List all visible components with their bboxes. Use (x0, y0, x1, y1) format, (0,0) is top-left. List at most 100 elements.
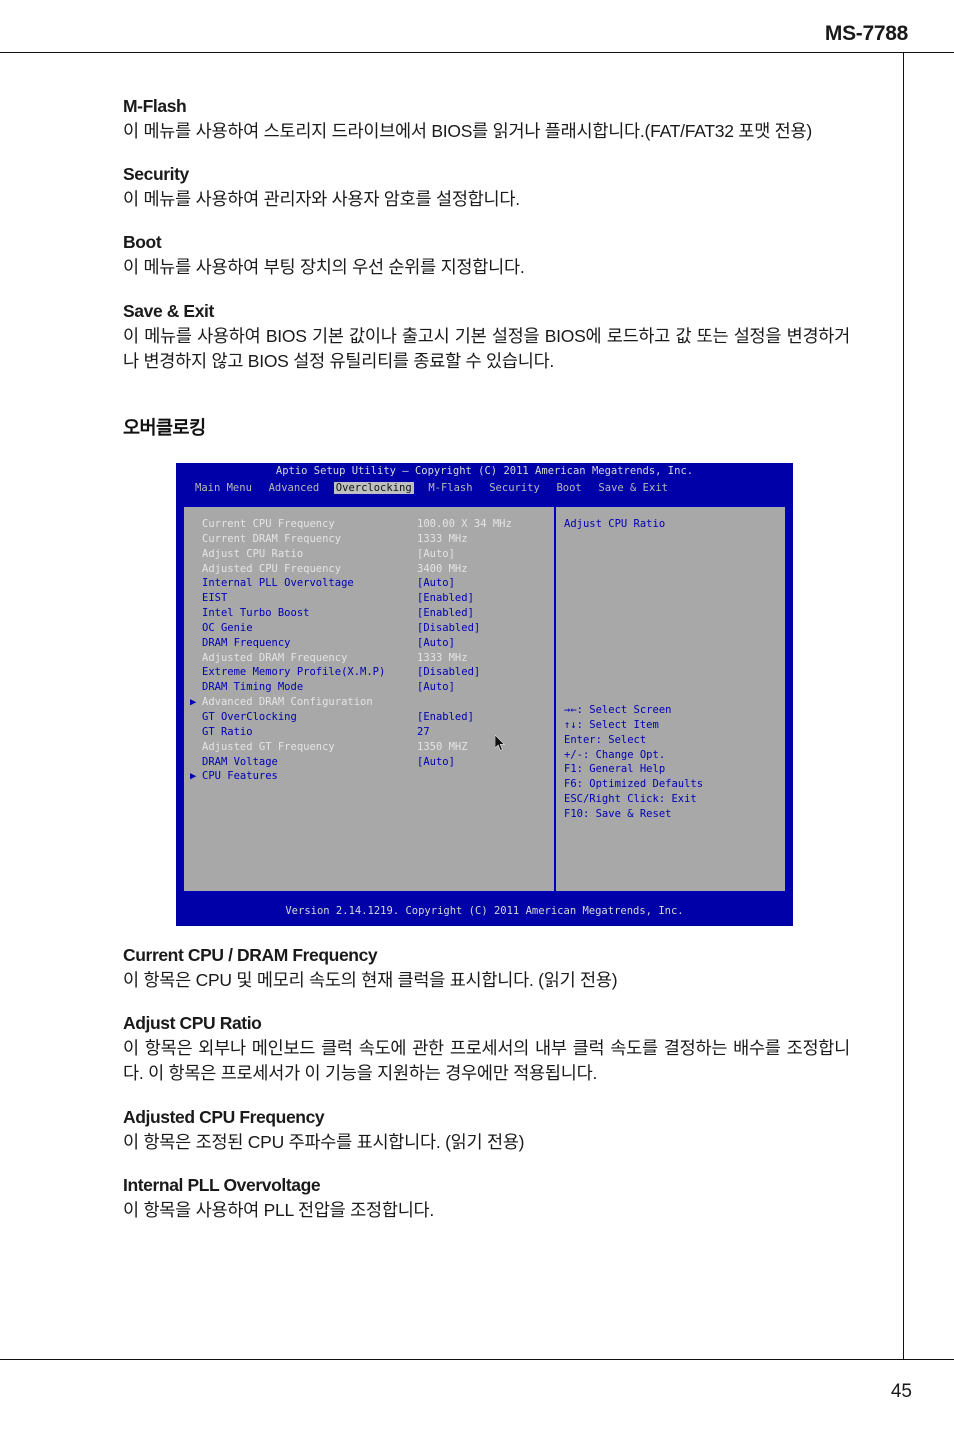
bios-key-legend: →←: Select Screen ↑↓: Select Item Enter: S… (564, 703, 703, 822)
bios-setting-value: [Enabled] (417, 607, 474, 620)
bios-tab-advanced[interactable]: Advanced (267, 482, 322, 494)
section-body: 이 항목은 CPU 및 메모리 속도의 현재 클럭을 표시합니다. (읽기 전용… (123, 970, 618, 990)
bios-setting-row[interactable]: Current CPU Frequency 100.00 X 34 MHz (188, 517, 554, 532)
bios-setting-label: GT OverClocking (202, 710, 297, 723)
bios-setting-row[interactable]: Internal PLL Overvoltage [Auto] (188, 576, 554, 591)
bios-key-hint: ESC/Right Click: Exit (564, 793, 697, 806)
bios-setting-row[interactable]: EIST [Enabled] (188, 591, 554, 606)
section-body: 이 항목은 외부나 메인보드 클럭 속도에 관한 프로세서의 내부 클럭 속도를… (123, 1038, 850, 1084)
bios-help-title: Adjust CPU Ratio (564, 518, 666, 530)
section-body: 이 메뉴를 사용하여 BIOS 기본 값이나 출고시 기본 설정을 BIOS에 … (123, 325, 850, 371)
section-m-flash: M-Flash 이 메뉴를 사용하여 스토리지 드라이브에서 BIOS를 읽거나… (123, 96, 850, 144)
section-adjusted-cpu-frequency: Adjusted CPU Frequency 이 항목은 조정된 CPU 주파수… (123, 1107, 850, 1155)
section-body: 이 메뉴를 사용하여 스토리지 드라이브에서 BIOS를 읽거나 플래시합니다.… (123, 121, 812, 141)
section-body: 이 메뉴를 사용하여 부팅 장치의 우선 순위를 지정합니다. (123, 257, 525, 278)
bios-setting-label: EIST (202, 592, 228, 605)
bios-setting-label: GT Ratio (202, 725, 253, 738)
bios-setting-label: Intel Turbo Boost (202, 607, 310, 620)
bios-setting-label: Advanced DRAM Configuration (202, 696, 373, 709)
section-body: 이 항목을 사용하여 PLL 전압을 조정합니다. (123, 1199, 435, 1220)
bios-setting-row[interactable]: ▶ CPU Features (188, 769, 554, 784)
bios-setting-row[interactable]: DRAM Frequency [Auto] (188, 636, 554, 651)
bios-setting-value: [Auto] (417, 547, 455, 560)
bios-help-panel: Adjust CPU Ratio →←: Select Screen ↑↓: Se… (556, 507, 785, 891)
bios-setting-label: Current CPU Frequency (202, 518, 335, 530)
section-boot: Boot 이 메뉴를 사용하여 부팅 장치의 우선 순위를 지정합니다. (123, 232, 850, 280)
section-save-and-exit: Save & Exit 이 메뉴를 사용하여 BIOS 기본 값이나 출고시 기… (123, 301, 850, 374)
bios-setting-row[interactable]: Adjusted DRAM Frequency 1333 MHz (188, 651, 554, 666)
bios-tab-security[interactable]: Security (487, 482, 542, 494)
bios-setting-value: 100.00 X 34 MHz (417, 518, 512, 530)
bios-setting-value: [Auto] (417, 577, 455, 590)
bios-setting-row[interactable]: Current DRAM Frequency 1333 MHz (188, 532, 554, 547)
bios-setting-label: Adjusted CPU Frequency (202, 562, 342, 575)
overclocking-section-heading: 오버클로킹 (123, 416, 206, 438)
bios-tab-gap (414, 482, 427, 494)
section-body: 이 항목은 조정된 CPU 주파수를 표시합니다. (읽기 전용) (123, 1131, 525, 1152)
bios-setting-label: OC Genie (202, 621, 253, 634)
bios-key-hint: ↑↓: Select Item (564, 718, 659, 731)
bios-setting-value: 27 (417, 725, 430, 738)
section-title: Internal PLL Overvoltage (123, 1174, 321, 1195)
bios-setting-label: CPU Features (202, 770, 278, 783)
bios-setup-screenshot: Aptio Setup Utility – Copyright (C) 2011… (176, 463, 793, 926)
bios-tab-overclocking[interactable]: Overclocking (333, 482, 414, 494)
section-title: Current CPU / DRAM Frequency (123, 945, 378, 965)
section-title: Boot (123, 232, 162, 253)
bios-setting-value: [Auto] (417, 755, 455, 768)
bios-title-bar: Aptio Setup Utility – Copyright (C) 2011… (275, 465, 694, 477)
bios-setting-value: [Enabled] (417, 592, 474, 605)
bios-setting-label: DRAM Timing Mode (202, 681, 304, 694)
bios-key-hint: →←: Select Screen (564, 704, 672, 716)
bios-version-bar: Version 2.14.1219. Copyright (C) 2011 Am… (176, 898, 793, 926)
bios-setting-label: Internal PLL Overvoltage (202, 577, 354, 590)
bios-menu-tab-bar: Main Menu Advanced Overclocking M-Flash … (176, 480, 793, 497)
page-frame-right-rule (903, 52, 904, 1360)
bios-setting-row[interactable]: Intel Turbo Boost [Enabled] (188, 606, 554, 621)
section-title: M-Flash (123, 96, 187, 116)
bios-tab-gap (254, 482, 267, 494)
section-title: Save & Exit (123, 300, 214, 321)
bios-setting-value: [Disabled] (417, 621, 481, 634)
bios-key-hint: F1: General Help (564, 763, 666, 776)
section-security: Security 이 메뉴를 사용하여 관리자와 사용자 암호를 설정합니다. (123, 164, 850, 212)
bios-tab-gap (584, 482, 597, 494)
bios-setting-row[interactable]: ▶ Advanced DRAM Configuration (188, 695, 554, 710)
footer-divider-rule (0, 1359, 954, 1360)
bios-tab-m-flash[interactable]: M-Flash (426, 482, 474, 494)
bios-key-hint: Enter: Select (564, 733, 647, 746)
bios-setting-row[interactable]: Adjusted CPU Frequency 3400 MHz (188, 562, 554, 577)
bios-setting-value: [Auto] (417, 636, 455, 649)
section-title: Security (123, 164, 189, 185)
bios-setting-row[interactable]: OC Genie [Disabled] (188, 621, 554, 636)
mouse-cursor-icon (495, 735, 506, 751)
bios-setting-label: DRAM Voltage (202, 755, 278, 768)
page-header: MS-7788 (0, 22, 954, 68)
bios-setting-value: 1333 MHz (417, 532, 468, 545)
bios-key-hint: F10: Save & Reset (564, 807, 672, 820)
bios-setting-row[interactable]: Adjust CPU Ratio [Auto] (188, 547, 554, 562)
bios-setting-row[interactable]: DRAM Timing Mode [Auto] (188, 680, 554, 695)
section-body: 이 메뉴를 사용하여 관리자와 사용자 암호를 설정합니다. (123, 189, 520, 210)
bios-setting-label: Adjust CPU Ratio (202, 547, 304, 560)
bios-setting-label: Extreme Memory Profile(X.M.P) (202, 666, 386, 679)
bios-tab-save-exit[interactable]: Save & Exit (596, 482, 670, 494)
upper-content-column: M-Flash 이 메뉴를 사용하여 스토리지 드라이브에서 BIOS를 읽거나… (123, 96, 850, 454)
bios-tab-gap (321, 482, 334, 494)
lower-content-column: Current CPU / DRAM Frequency 이 항목은 CPU 및… (123, 945, 850, 1223)
section-current-cpu-dram-frequency: Current CPU / DRAM Frequency 이 항목은 CPU 및… (123, 945, 850, 993)
bios-tab-gap (542, 482, 555, 494)
section-internal-pll-overvoltage: Internal PLL Overvoltage 이 항목을 사용하여 PLL … (123, 1175, 850, 1223)
bios-setting-row[interactable]: GT OverClocking [Enabled] (188, 710, 554, 725)
bios-tab-boot[interactable]: Boot (554, 482, 583, 494)
bios-version-text: Version 2.14.1219. Copyright (C) 2011 Am… (285, 905, 684, 917)
bios-key-hint: F6: Optimized Defaults (564, 778, 704, 791)
bios-setting-label: Adjusted DRAM Frequency (202, 651, 348, 664)
bios-setting-label: Current DRAM Frequency (202, 532, 342, 545)
bios-setting-value: [Enabled] (417, 710, 474, 723)
bios-setting-row[interactable]: DRAM Voltage [Auto] (188, 755, 554, 770)
bios-setting-value: 1333 MHz (417, 651, 468, 664)
bios-tab-main-menu[interactable]: Main Menu (193, 482, 254, 494)
header-model-title: MS-7788 (824, 22, 908, 45)
bios-setting-row[interactable]: Extreme Memory Profile(X.M.P) [Disabled] (188, 665, 554, 680)
